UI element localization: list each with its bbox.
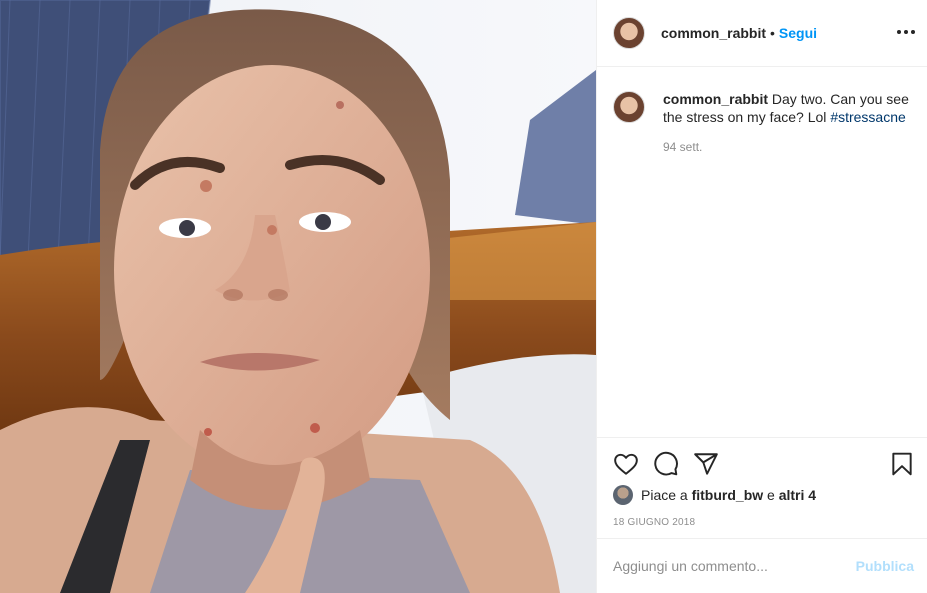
post-side-panel: common_rabbit • Segui common_rabbit Day … xyxy=(596,0,927,593)
action-bar xyxy=(613,451,913,477)
actions-area: Piace a fitburd_bw e altri 4 18 GIUGNO 2… xyxy=(597,437,927,537)
liker-avatar[interactable] xyxy=(613,485,633,505)
avatar[interactable] xyxy=(613,17,645,49)
follow-button[interactable]: Segui xyxy=(779,25,817,41)
comment-bar: Pubblica xyxy=(597,538,927,593)
caption-username[interactable]: common_rabbit xyxy=(663,91,768,107)
comment-input[interactable] xyxy=(613,558,843,574)
share-icon[interactable] xyxy=(693,451,719,477)
likes-others[interactable]: altri 4 xyxy=(779,487,816,503)
comment-icon[interactable] xyxy=(653,451,679,477)
caption-avatar[interactable] xyxy=(613,91,645,123)
post-header: common_rabbit • Segui xyxy=(597,0,927,67)
publish-button[interactable]: Pubblica xyxy=(856,558,914,574)
separator-dot: • xyxy=(770,25,775,41)
likes-summary: Piace a fitburd_bw e altri 4 xyxy=(613,485,816,505)
caption-time: 94 sett. xyxy=(663,140,703,154)
post-date[interactable]: 18 GIUGNO 2018 xyxy=(613,517,695,528)
post-photo[interactable] xyxy=(0,0,596,593)
caption-text: common_rabbit Day two. Can you see the s… xyxy=(663,90,913,126)
caption-body: common_rabbit Day two. Can you see the s… xyxy=(663,90,913,154)
likes-prefix: Piace a xyxy=(641,487,688,503)
likes-user[interactable]: fitburd_bw xyxy=(692,487,764,503)
more-options-icon[interactable] xyxy=(896,22,916,42)
bookmark-icon[interactable] xyxy=(889,451,915,477)
caption: common_rabbit Day two. Can you see the s… xyxy=(613,90,913,154)
heart-icon[interactable] xyxy=(613,451,639,477)
selfie-illustration xyxy=(0,0,596,593)
header-username[interactable]: common_rabbit xyxy=(661,25,766,41)
caption-hashtag[interactable]: #stressacne xyxy=(830,109,905,125)
likes-connector: e xyxy=(767,487,775,503)
